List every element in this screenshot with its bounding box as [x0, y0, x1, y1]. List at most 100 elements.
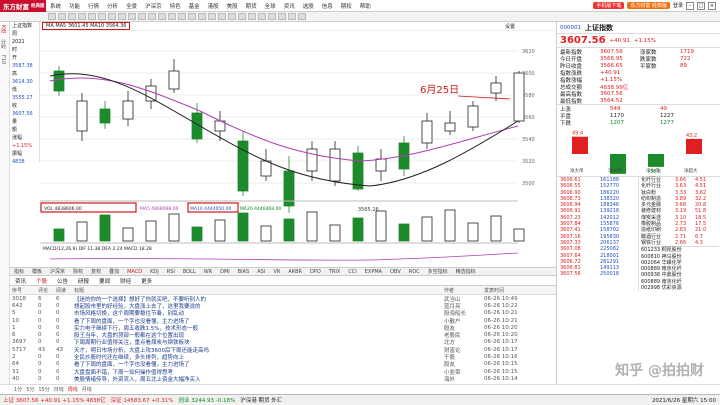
news-row[interactable]: 64 0 0 看了下周的盘面，一个字也没看懂，主力进场了 股友 06-26 10:15 — [10, 361, 556, 368]
indicator-tab[interactable]: TRIX — [325, 269, 344, 275]
stock-row[interactable]: 002998 优彩资源 — [641, 285, 719, 291]
sidebar-item-f10[interactable]: F10 — [0, 52, 6, 67]
status-idx2[interactable]: 深证 14583.67 +0.31% — [111, 396, 174, 404]
toolbar-icon[interactable] — [58, 13, 66, 20]
toolbar-icon[interactable] — [238, 13, 246, 20]
news-tab[interactable]: 要闻 — [94, 277, 115, 285]
news-tab[interactable]: 更多 — [136, 277, 157, 285]
toolbar-icon[interactable] — [138, 13, 146, 20]
tab-15min[interactable]: 15分 — [38, 386, 49, 393]
news-cell[interactable]: 想起股市里的好经验，大盘涨上去了，这里我要说的 — [72, 302, 442, 310]
menu-item[interactable]: 全球 — [261, 2, 280, 10]
toolbar-icon[interactable] — [48, 13, 56, 20]
tab-1min[interactable]: 1分 — [14, 386, 22, 393]
news-cell[interactable]: 市场风格切换，这个周期要稳住节奏，别乱动 — [72, 310, 442, 317]
menu-item[interactable]: 期货 — [242, 2, 261, 10]
indicator-tab[interactable]: ROC — [405, 269, 424, 275]
indicator-tab[interactable]: 多空指标 — [424, 268, 452, 275]
indicator-tab[interactable]: ARBR — [284, 269, 306, 275]
toolbar-icon[interactable] — [68, 13, 76, 20]
tab-day[interactable]: 日线 — [54, 386, 64, 393]
indicator-tab[interactable]: BOLL — [179, 269, 200, 275]
toolbar-icon[interactable] — [268, 13, 276, 20]
news-cell[interactable]: 全民炒股时代还在继续，多头排列，趋势向上 — [72, 353, 442, 361]
indicator-tab[interactable]: BIAS — [234, 269, 254, 275]
minimize-icon[interactable]: – — [686, 1, 694, 10]
toolbar-icon[interactable] — [118, 13, 126, 20]
news-row[interactable]: 31 0 0 大盘盘面不错，下周一如何操作值得思考 小韭菜 06-26 10:15 — [10, 368, 556, 376]
indicator-tab[interactable]: 除权 — [69, 268, 87, 275]
sidebar-item-minute[interactable]: 分时 — [0, 36, 7, 52]
status-idx1[interactable]: 上证 3607.56 +40.91 +1.15% 4838亿 — [3, 396, 106, 404]
menu-item[interactable]: 美股 — [223, 2, 242, 10]
toolbar-icon[interactable] — [198, 13, 206, 20]
news-row[interactable]: 40 0 0 美股情绪传导，外资流入，周五北上资金大幅净买入 海外 06-26 10:14 — [10, 375, 556, 383]
indicator-tab[interactable]: MACD — [123, 269, 146, 275]
toolbar-icon[interactable] — [108, 13, 116, 20]
indicator-tab[interactable]: 精选指标 — [452, 268, 480, 275]
news-row[interactable]: 642 0 0 想起股市里的好经验，大盘涨上去了，这里我要说的 蓝月亮 06-26 10:… — [10, 302, 556, 310]
news-row[interactable]: 3018 6 6 【迷的你的一个选择】想好了你就买吧，不要听别人的 武当山 06-26 1… — [10, 295, 556, 303]
indicator-tab[interactable]: CCI — [344, 269, 360, 275]
news-cell[interactable]: 大盘盘面不错，下周一如何操作值得思考 — [72, 368, 442, 376]
indicator-tab[interactable]: DPO — [306, 269, 325, 275]
toolbar-icon[interactable] — [228, 13, 236, 20]
news-tab[interactable]: 个股 — [31, 277, 52, 285]
toolbar-icon[interactable] — [188, 13, 196, 20]
news-cell[interactable]: 实力电子继续下行，周五收跌1.5%，技术形态一般 — [72, 324, 442, 332]
indicator-tab[interactable]: KDJ — [146, 269, 163, 275]
toolbar-icon[interactable] — [98, 13, 106, 20]
news-cell[interactable]: 【迷的你的一个选择】想好了你就买吧，不要听别人的 — [72, 295, 442, 303]
login-link[interactable]: 登录 — [673, 2, 683, 9]
menu-item[interactable]: 全景 — [122, 2, 141, 10]
toolbar-icon[interactable] — [78, 13, 86, 20]
news-cell[interactable]: 股王当年，大盘的顶部一般都在这个位置出现 — [72, 331, 442, 339]
menu-item[interactable]: 系统 — [46, 2, 65, 10]
menu-item[interactable]: 帮助 — [356, 2, 375, 10]
news-row[interactable]: 10 0 0 看了下周的盘面，一个字也没看懂，主力进场了 小散户 06-26 10:21 — [10, 317, 556, 325]
tab-week[interactable]: 周线 — [68, 386, 78, 393]
close-icon[interactable]: × — [708, 1, 716, 10]
toolbar-icon[interactable] — [88, 13, 96, 20]
menu-item[interactable]: 分析 — [103, 2, 122, 10]
indicator-tab[interactable]: DMI — [216, 269, 234, 275]
settings-link[interactable]: 设置 — [505, 23, 515, 30]
toolbar-icon[interactable] — [158, 13, 166, 20]
toolbar-icon[interactable] — [168, 13, 176, 20]
news-row[interactable]: 1 0 0 实力电子继续下行，周五收跌1.5%，技术形态一般 股友 06-26 10:20 — [10, 324, 556, 332]
toolbar-icon[interactable] — [248, 13, 256, 20]
indicator-tab[interactable]: 叠加 — [105, 268, 123, 275]
toolbar-icon[interactable] — [278, 13, 286, 20]
news-row[interactable]: 5 0 0 市场风格切换，这个周期要稳住节奏，别乱动 股海船长 06-26 10:21 — [10, 310, 556, 317]
tab-month[interactable]: 月线 — [82, 386, 92, 393]
news-tab[interactable]: 财经 — [115, 277, 136, 285]
news-row[interactable]: 5717 43 43 天才，明日市场分析，大盘上攻3600后下周还能走高吗 财富论 06-… — [10, 346, 556, 354]
indicator-tab[interactable]: 指标 — [10, 268, 28, 275]
news-tab[interactable]: 研报 — [73, 277, 94, 285]
tab-5min[interactable]: 5分 — [26, 386, 34, 393]
indicator-tab[interactable]: 复权 — [87, 268, 105, 275]
indicator-tab[interactable]: 模板 — [28, 268, 46, 275]
toolbar-icon[interactable] — [148, 13, 156, 20]
menu-item[interactable]: 期权 — [337, 2, 356, 10]
menu-item[interactable]: 港股 — [204, 2, 223, 10]
news-row[interactable]: 3697 0 0 下周周期行业值得关注，重点看煤炭与钢铁板块 北方 06-26 10:17 — [10, 339, 556, 346]
indicator-tab[interactable]: EXPMA — [361, 269, 386, 275]
menu-item[interactable]: 行情 — [84, 2, 103, 10]
indicator-tab[interactable]: ASI — [253, 269, 269, 275]
toolbar-icon[interactable] — [288, 13, 296, 20]
news-tab[interactable]: 资讯 — [10, 277, 31, 285]
indicator-tab[interactable]: VR — [269, 269, 284, 275]
toolbar-icon[interactable] — [258, 13, 266, 20]
toolbar-icon[interactable] — [218, 13, 226, 20]
status-idx3[interactable]: 创业 3244.93 -0.18% — [179, 396, 236, 404]
toolbar-icon[interactable] — [298, 13, 306, 20]
sidebar-item-kline[interactable]: K线 — [0, 22, 7, 36]
version-badge[interactable]: 东方财富 经典版 — [627, 2, 670, 9]
news-cell[interactable]: 下周周期行业值得关注，重点看煤炭与钢铁板块 — [72, 339, 442, 346]
toolbar-icon[interactable] — [208, 13, 216, 20]
menu-item[interactable]: 功能 — [65, 2, 84, 10]
news-cell[interactable]: 美股情绪传导，外资流入，周五北上资金大幅净买入 — [72, 375, 442, 383]
news-cell[interactable]: 看了下周的盘面，一个字也没看懂，主力进场了 — [72, 317, 442, 325]
indicator-tab[interactable]: OBV — [386, 269, 405, 275]
